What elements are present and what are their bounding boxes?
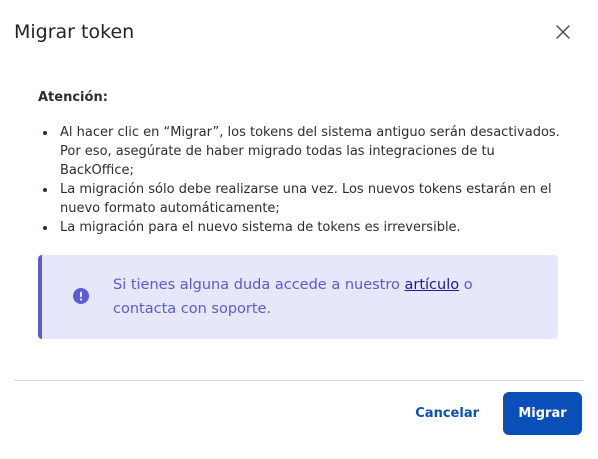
list-item-text: Al hacer clic en “Migrar”, los tokens de…: [60, 125, 560, 178]
list-item-text: La migración sólo debe realizarse una ve…: [60, 182, 552, 216]
warning-list: Al hacer clic en “Migrar”, los tokens de…: [38, 123, 560, 237]
cancel-button[interactable]: Cancelar: [415, 392, 479, 435]
close-button[interactable]: [552, 21, 574, 43]
bullet-dot: [43, 226, 47, 230]
dialog-header: Migrar token: [14, 18, 584, 46]
list-item: Al hacer clic en “Migrar”, los tokens de…: [43, 123, 560, 180]
list-item-text: La migración para el nuevo sistema de to…: [60, 220, 461, 235]
footer-divider: [14, 380, 584, 381]
bullet-dot: [43, 131, 47, 135]
info-text-before: Si tienes alguna duda accede a nuestro: [113, 277, 405, 293]
article-link[interactable]: artículo: [404, 277, 459, 293]
attention-label: Atención:: [38, 90, 108, 105]
info-icon: [73, 288, 89, 304]
dialog-body: Atención: Al hacer clic en “Migrar”, los…: [38, 88, 560, 237]
migrate-button[interactable]: Migrar: [503, 392, 582, 435]
info-text: Si tienes alguna duda accede a nuestro a…: [113, 273, 533, 321]
list-item: La migración para el nuevo sistema de to…: [43, 218, 560, 237]
close-icon: [556, 25, 570, 39]
dialog-footer: Cancelar Migrar: [415, 392, 582, 435]
info-callout: Si tienes alguna duda accede a nuestro a…: [38, 255, 558, 339]
list-item: La migración sólo debe realizarse una ve…: [43, 180, 560, 218]
migrate-token-dialog: Migrar token Atención: Al hacer clic en …: [0, 0, 598, 459]
dialog-title: Migrar token: [14, 21, 135, 43]
bullet-dot: [43, 188, 47, 192]
